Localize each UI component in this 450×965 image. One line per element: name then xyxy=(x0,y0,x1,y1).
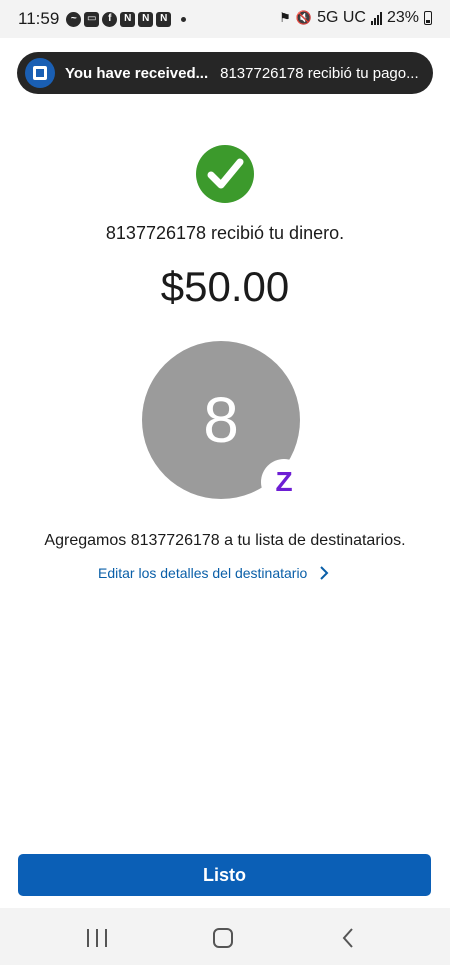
notification-body: 8137726178 recibió tu pago... xyxy=(220,64,419,82)
signal-icon xyxy=(370,11,382,25)
network-label: 5G UC xyxy=(317,9,366,26)
recents-icon[interactable] xyxy=(87,929,107,947)
battery-icon xyxy=(424,11,432,25)
navigation-bar xyxy=(0,908,450,965)
done-button[interactable]: Listo xyxy=(18,854,431,896)
status-right: ⚑ 🔇 5G UC 23% xyxy=(279,9,432,27)
received-message: 8137726178 recibió tu dinero. xyxy=(105,223,345,243)
tv-icon: ▭ xyxy=(84,11,100,27)
notification-title: You have received... xyxy=(65,64,209,82)
nascar-icon: N xyxy=(138,11,154,27)
mute-icon: 🔇 xyxy=(295,10,313,25)
chase-logo-icon xyxy=(25,58,55,88)
sync-icon: ⚑ xyxy=(279,10,291,25)
home-icon[interactable] xyxy=(213,928,233,948)
edit-recipient-link[interactable]: Editar los detalles del destinatario xyxy=(98,565,331,581)
notification-banner[interactable]: You have received... 8137726178 recibió … xyxy=(17,52,433,94)
messenger-icon: ~ xyxy=(66,11,82,27)
battery-label: 23% xyxy=(386,9,419,26)
status-bar: 11:59 ~ ▭ f N N N ⚑ 🔇 5G UC 23% xyxy=(0,0,450,38)
chevron-right-icon xyxy=(319,566,331,580)
facebook-icon: f xyxy=(102,11,118,27)
edit-recipient-label: Editar los detalles del destinatario xyxy=(98,565,308,581)
back-icon[interactable] xyxy=(340,927,356,949)
avatar-initial: 8 xyxy=(203,384,239,456)
more-notifications-dot xyxy=(181,16,187,22)
nascar-icon: N xyxy=(120,11,136,27)
status-left: 11:59 ~ ▭ f N N N xyxy=(18,9,187,29)
zelle-icon: Z xyxy=(261,459,307,505)
zelle-logo: Z xyxy=(275,466,293,497)
check-icon xyxy=(196,145,254,203)
done-button-label: Listo xyxy=(203,864,246,885)
nascar-icon: N xyxy=(156,11,172,27)
clock: 11:59 xyxy=(18,9,60,28)
recipient-added-message: Agregamos 8137726178 a tu lista de desti… xyxy=(44,532,406,549)
amount: $50.00 xyxy=(160,263,290,310)
